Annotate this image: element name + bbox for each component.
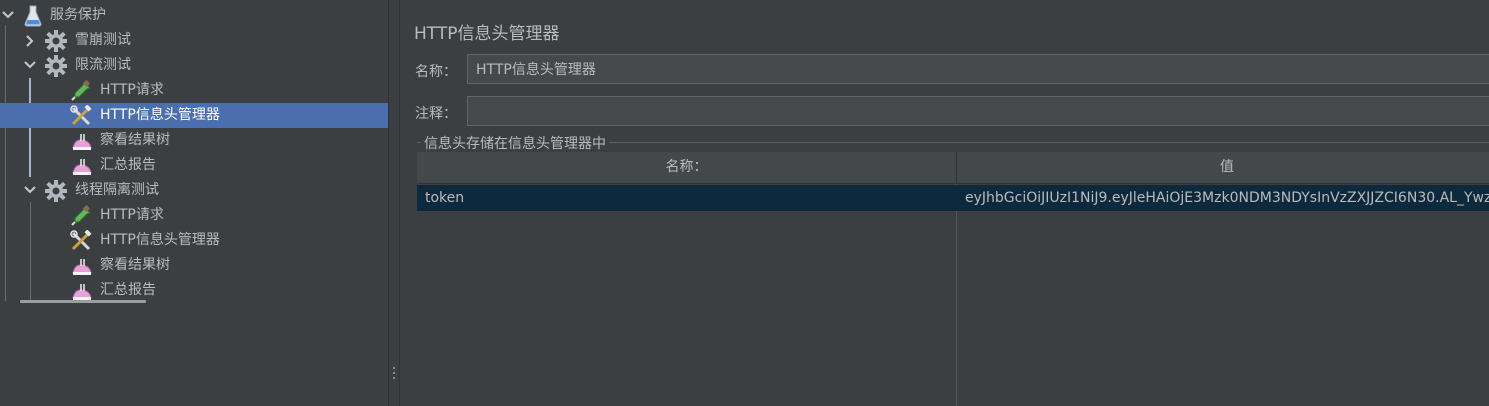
comment-label: 注释： <box>415 106 457 122</box>
panel-splitter[interactable] <box>388 0 400 406</box>
column-divider <box>956 184 957 406</box>
header-value-cell[interactable]: eyJhbGciOiJIUzI1NiJ9.eyJleHAiOjE3Mzk0NDM… <box>965 185 1489 211</box>
tree-item-view-results-tree[interactable]: 察看结果树 <box>0 128 388 153</box>
header-manager-panel: HTTP信息头管理器 名称： 注释： 信息头存储在信息头管理器中 名称： 值 t… <box>401 0 1489 406</box>
tools-icon <box>70 229 92 252</box>
splitter-grip-icon[interactable] <box>393 367 396 383</box>
tree-item-view-results-tree[interactable]: 察看结果树 <box>0 253 388 278</box>
tree-item-label: 线程隔离测试 <box>75 182 159 198</box>
tree-item-label: HTTP信息头管理器 <box>100 232 220 248</box>
tree-item-label: 限流测试 <box>75 57 131 73</box>
page-title: HTTP信息头管理器 <box>414 24 560 44</box>
pipette-icon <box>70 79 92 102</box>
tree-item-avalanche-test[interactable]: 雪崩测试 <box>0 28 388 53</box>
name-field[interactable] <box>467 54 1489 84</box>
jmeter-window: 服务保护 雪崩测试 限流测试 HTTP请求 HTTP信息头管理器 察看结果树 汇… <box>0 0 1489 406</box>
tree-item-http-request[interactable]: HTTP请求 <box>0 203 388 228</box>
header-name-cell[interactable]: token <box>425 185 950 211</box>
tree-item-http-header-manager[interactable]: HTTP信息头管理器 <box>0 228 388 253</box>
chevron-down-icon[interactable] <box>2 3 16 28</box>
tree-item-label: HTTP信息头管理器 <box>100 107 220 123</box>
pipette-icon <box>70 204 92 227</box>
table-row[interactable]: token eyJhbGciOiJIUzI1NiJ9.eyJleHAiOjE3M… <box>417 185 1489 211</box>
tree-item-rate-limit-test[interactable]: 限流测试 <box>0 53 388 78</box>
gear-icon <box>45 55 67 77</box>
listener-icon <box>71 130 93 152</box>
column-header-name[interactable]: 名称： <box>417 152 956 183</box>
tree-item-http-request[interactable]: HTTP请求 <box>0 78 388 103</box>
column-header-value[interactable]: 值 <box>957 152 1489 183</box>
tree-item-label: HTTP请求 <box>100 82 164 98</box>
group-title: 信息头存储在信息头管理器中 <box>421 133 609 153</box>
tree-item-thread-isolation-test[interactable]: 线程隔离测试 <box>0 178 388 203</box>
table-header: 名称： 值 <box>417 152 1489 184</box>
chevron-right-icon[interactable] <box>25 28 39 53</box>
headers-table[interactable]: 名称： 值 token eyJhbGciOiJIUzI1NiJ9.eyJleHA… <box>417 152 1489 406</box>
tree-item-label: 雪崩测试 <box>75 32 131 48</box>
tree-item-label: 察看结果树 <box>100 132 170 148</box>
listener-icon <box>71 280 93 302</box>
tree-item-label: 汇总报告 <box>100 157 156 173</box>
chevron-down-icon[interactable] <box>24 178 38 203</box>
tree-item-label: HTTP请求 <box>100 207 164 223</box>
chevron-down-icon[interactable] <box>24 53 38 78</box>
tools-icon <box>70 104 92 127</box>
tree-item-label: 察看结果树 <box>100 257 170 273</box>
comment-field[interactable] <box>467 96 1489 126</box>
name-label: 名称： <box>415 64 457 80</box>
tree-item-summary-report[interactable]: 汇总报告 <box>0 153 388 178</box>
test-plan-tree[interactable]: 服务保护 雪崩测试 限流测试 HTTP请求 HTTP信息头管理器 察看结果树 汇… <box>0 0 388 406</box>
flask-icon <box>23 5 45 27</box>
gear-icon <box>45 180 67 202</box>
tree-item-service-protection[interactable]: 服务保护 <box>0 3 388 28</box>
tree-horizontal-scrollbar[interactable] <box>20 300 146 303</box>
tree-item-http-header-manager[interactable]: HTTP信息头管理器 <box>0 103 388 128</box>
listener-icon <box>71 155 93 177</box>
listener-icon <box>71 255 93 277</box>
tree-item-label: 服务保护 <box>50 7 106 23</box>
gear-icon <box>45 30 67 52</box>
